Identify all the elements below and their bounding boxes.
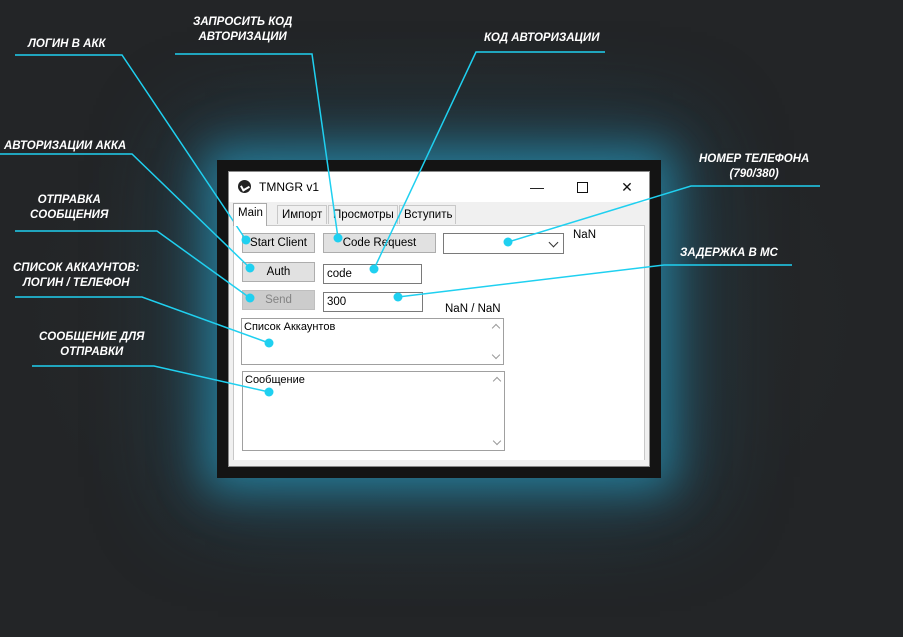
tab-main[interactable]: Main [233, 203, 267, 226]
callout-code-request-line1: ЗАПРОСИТЬ КОД [193, 16, 293, 28]
callout-dot-send [245, 293, 255, 303]
callout-dot-phone [503, 237, 513, 247]
callout-line-auth-code [373, 51, 605, 270]
callout-dot-login [241, 235, 251, 245]
callout-dot-delay [393, 292, 403, 302]
callout-phone-line2: (790/380) [729, 168, 779, 180]
callout-send-line2: СООБЩЕНИЯ [30, 209, 109, 221]
callout-login: ЛОГИН В АКК [28, 38, 106, 50]
callout-auth-code: КОД АВТОРИЗАЦИИ [484, 32, 600, 44]
callout-accounts-line2: ЛОГИН / ТЕЛЕФОН [22, 277, 130, 289]
callout-accounts-line1: СПИСОК АККАУНТОВ: [13, 262, 140, 274]
callout-send: ОТПРАВКА СООБЩЕНИЯ [30, 193, 108, 223]
callout-code-request-line2: АВТОРИЗАЦИИ [198, 31, 287, 43]
callout-lines [0, 51, 820, 397]
callout-dot-message [264, 387, 274, 397]
callout-send-line1: ОТПРАВКА [37, 194, 101, 206]
callout-dot-authorization [245, 263, 255, 273]
callout-dot-auth-code [369, 264, 379, 274]
callout-phone: НОМЕР ТЕЛЕФОНА (790/380) [699, 152, 809, 182]
callout-message-line2: ОТПРАВКИ [60, 346, 124, 358]
callout-authorization: АВТОРИЗАЦИИ АККА [4, 140, 127, 152]
callout-line-delay [397, 264, 792, 298]
callout-line-message [32, 365, 270, 393]
callout-delay: ЗАДЕРЖКА В МС [680, 247, 778, 259]
callout-dot-accounts [264, 338, 274, 348]
callout-message: СООБЩЕНИЕ ДЛЯ ОТПРАВКИ [39, 330, 144, 360]
callout-accounts: СПИСОК АККАУНТОВ: ЛОГИН / ТЕЛЕФОН [13, 261, 139, 291]
callout-code-request: ЗАПРОСИТЬ КОД АВТОРИЗАЦИИ [193, 15, 292, 45]
callout-phone-line1: НОМЕР ТЕЛЕФОНА [699, 153, 810, 165]
callout-line-phone [507, 185, 820, 243]
callout-message-line1: СООБЩЕНИЕ ДЛЯ [39, 331, 145, 343]
callout-dot-code-request [333, 233, 343, 243]
